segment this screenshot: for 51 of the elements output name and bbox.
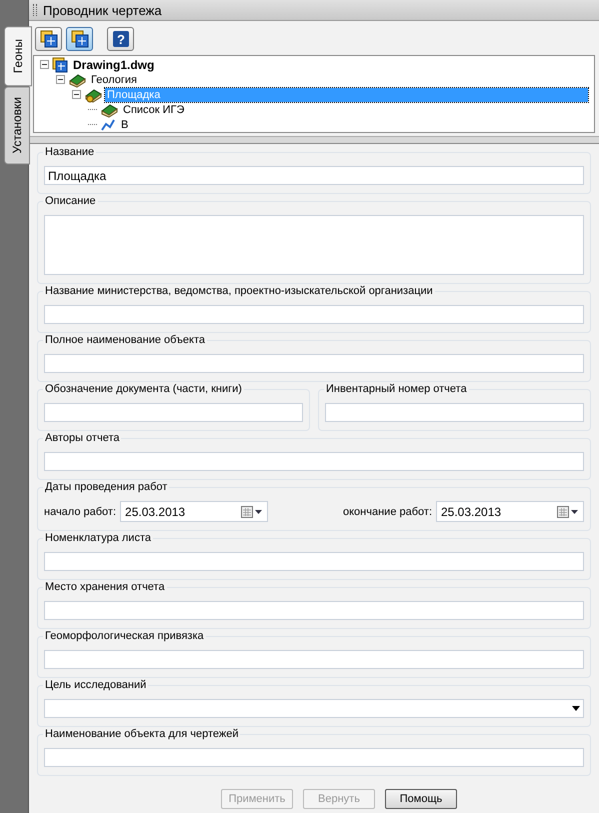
input-field[interactable] xyxy=(44,748,584,767)
input-field[interactable] xyxy=(44,305,584,324)
help-button[interactable]: ? xyxy=(107,27,134,51)
field-label: Авторы отчета xyxy=(43,432,122,444)
input-field[interactable]: Площадка xyxy=(44,166,584,185)
title-text: Проводник чертежа xyxy=(43,2,162,18)
tree-item[interactable]: Геология xyxy=(89,72,139,86)
toolbar-button[interactable] xyxy=(66,27,93,51)
field-label: Даты проведения работ xyxy=(43,481,170,493)
input-field[interactable] xyxy=(44,601,584,620)
book-icon xyxy=(84,86,102,102)
calendar-icon xyxy=(557,506,579,518)
input-field[interactable] xyxy=(44,403,303,422)
input-field[interactable] xyxy=(44,650,584,669)
tree-item[interactable]: Список ИГЭ xyxy=(121,102,186,116)
chart-icon xyxy=(100,116,116,132)
date-picker[interactable]: 25.03.2013 xyxy=(436,501,584,522)
input-field[interactable] xyxy=(325,403,584,422)
calendar-icon xyxy=(241,506,264,518)
field-label: Полное наименование объекта xyxy=(43,334,208,346)
field-label: Наименование объекта для чертежей xyxy=(43,728,240,740)
input-field[interactable] xyxy=(44,452,584,471)
dropdown-arrow-icon xyxy=(572,706,580,711)
book-icon xyxy=(100,102,118,118)
field-label: Название xyxy=(43,146,96,158)
input-field[interactable] xyxy=(44,354,584,373)
dialog-button[interactable]: Помощь xyxy=(385,789,457,809)
dropdown[interactable] xyxy=(44,699,584,718)
field-label: Место хранения отчета xyxy=(43,581,167,593)
date-label: начало работ: xyxy=(44,506,116,518)
splitter[interactable] xyxy=(29,136,599,144)
field-label: Геоморфологическая привязка xyxy=(43,630,206,642)
date-label: окончание работ: xyxy=(343,506,432,518)
side-tab[interactable]: Геоны xyxy=(4,26,32,86)
date-picker[interactable]: 25.03.2013 xyxy=(120,501,268,522)
field-label: Инвентарный номер отчета xyxy=(324,383,469,395)
toolbar-button[interactable] xyxy=(35,27,62,51)
input-field[interactable] xyxy=(44,552,584,571)
collapse-toggle[interactable] xyxy=(40,60,49,69)
text-area[interactable] xyxy=(44,215,584,275)
collapse-toggle[interactable] xyxy=(72,90,81,99)
side-tab[interactable]: Установки xyxy=(4,86,30,165)
book-icon xyxy=(68,72,86,88)
field-label: Обозначение документа (части, книги) xyxy=(43,383,244,395)
field-label: Номенклатура листа xyxy=(43,532,153,544)
collapse-toggle[interactable] xyxy=(56,75,65,84)
field-label: Описание xyxy=(43,195,98,207)
field-label: Цель исследований xyxy=(43,679,148,691)
tree-item[interactable]: В xyxy=(119,118,130,132)
tree-item[interactable]: Drawing1.dwg xyxy=(71,58,156,72)
field-label: Название министерства, ведомства, проектно-изыскательской организации xyxy=(43,285,435,297)
